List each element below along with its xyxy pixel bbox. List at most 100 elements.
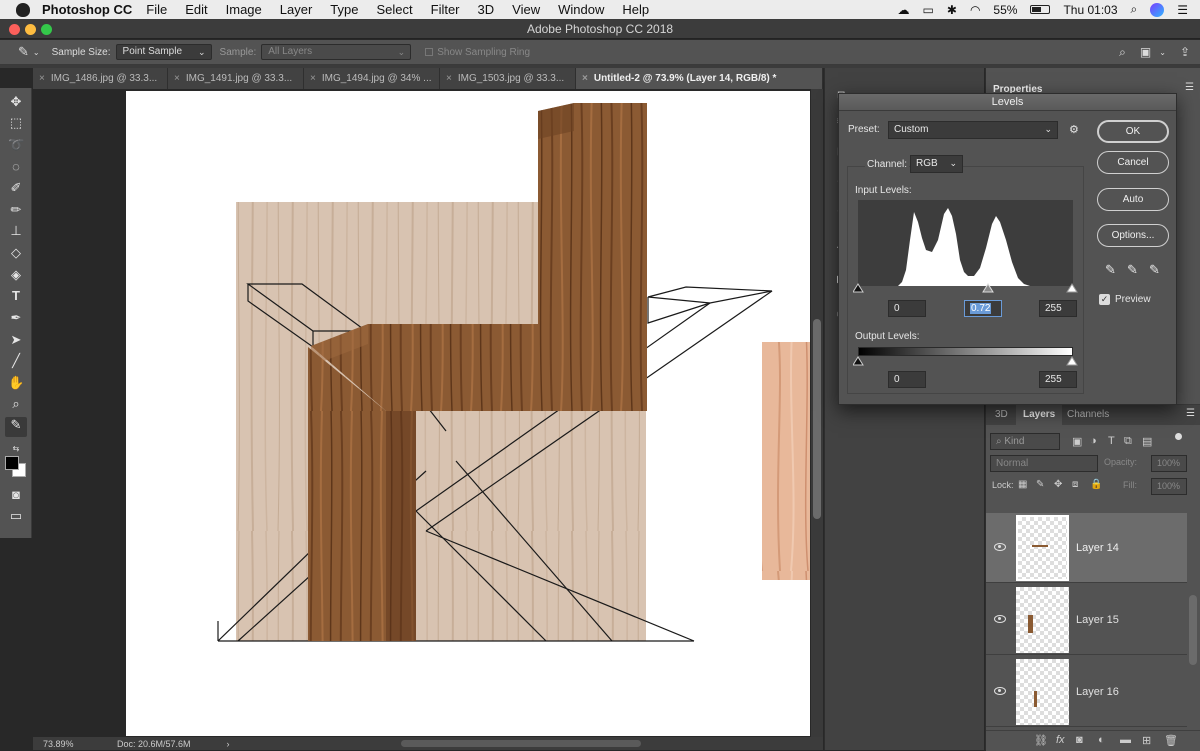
layer-name[interactable]: Layer 16 — [1076, 686, 1119, 698]
filter-toggle-icon[interactable] — [1175, 433, 1182, 440]
tab-untitled-2[interactable]: × Untitled-2 @ 73.9% (Layer 14, RGB/8) * — [576, 68, 823, 89]
white-eyedropper-icon[interactable]: ✎ — [1149, 262, 1160, 278]
menu-view[interactable]: View — [512, 2, 540, 17]
siri-icon[interactable] — [1150, 2, 1165, 17]
bucket-tool-icon[interactable]: ◈ — [8, 267, 24, 283]
tab-img-1494[interactable]: × IMG_1494.jpg @ 34% ... — [304, 68, 440, 89]
horizontal-scroll-thumb[interactable] — [401, 740, 641, 747]
menu-file[interactable]: File — [146, 2, 167, 17]
close-icon[interactable]: × — [582, 68, 588, 89]
menu-image[interactable]: Image — [226, 2, 262, 17]
cancel-button[interactable]: Cancel — [1097, 151, 1169, 174]
notification-center-icon[interactable]: ☰ — [1177, 3, 1188, 17]
lock-transparent-icon[interactable]: ▦ — [1018, 479, 1027, 490]
eyedropper-icon[interactable]: ✎ — [18, 44, 29, 60]
lasso-tool-icon[interactable]: ➰ — [8, 137, 24, 153]
filter-smart-object-icon[interactable]: ▤ — [1142, 435, 1152, 448]
delete-layer-icon[interactable]: 🗑 — [1164, 734, 1178, 747]
tab-layers[interactable]: Layers — [1016, 405, 1063, 425]
input-white-field[interactable]: 255 — [1039, 300, 1077, 317]
wifi-icon[interactable]: ◠ — [970, 3, 980, 17]
filter-shape-icon[interactable]: ⧉ — [1124, 435, 1132, 448]
share-icon[interactable]: ⇪ — [1180, 45, 1190, 59]
clock[interactable]: Thu 01:03 — [1063, 3, 1117, 17]
screen-mode-icon[interactable]: ▭ — [8, 508, 24, 524]
panel-menu-icon[interactable]: ☰ — [1186, 408, 1195, 419]
document-canvas[interactable] — [126, 91, 810, 736]
sampling-ring-checkbox[interactable] — [425, 48, 434, 56]
bluetooth-icon[interactable]: ✱ — [947, 3, 957, 17]
opacity-field[interactable]: 100% — [1151, 455, 1187, 472]
tab-img-1486[interactable]: × IMG_1486.jpg @ 33.3... — [33, 68, 168, 89]
pen-tool-icon[interactable]: ✒ — [8, 310, 24, 326]
creative-cloud-icon[interactable]: ☁ — [898, 3, 910, 17]
layer-filter-kind[interactable]: ⌕ Kind — [990, 433, 1060, 450]
chevron-down-icon[interactable]: ⌄ — [1159, 48, 1166, 57]
menu-select[interactable]: Select — [376, 2, 412, 17]
new-adjustment-icon[interactable]: ◐ — [1098, 734, 1105, 746]
lock-position-icon[interactable]: ✥ — [1054, 479, 1062, 490]
output-black-slider[interactable] — [853, 356, 864, 366]
layer-row-16[interactable]: Layer 16 — [986, 656, 1187, 727]
preset-select[interactable]: Custom ⌄ — [888, 121, 1058, 139]
fill-field[interactable]: 100% — [1151, 478, 1187, 495]
input-black-slider[interactable] — [853, 283, 864, 293]
fx-icon[interactable]: fx — [1056, 734, 1065, 746]
options-button[interactable]: Options... — [1097, 224, 1169, 247]
close-icon[interactable]: × — [174, 68, 180, 89]
lock-pixels-icon[interactable]: ✎ — [1036, 479, 1044, 490]
filter-adjustment-icon[interactable]: ◑ — [1090, 435, 1097, 447]
visibility-eye-icon[interactable] — [994, 615, 1006, 623]
close-icon[interactable]: × — [39, 68, 45, 89]
menu-app-name[interactable]: Photoshop CC — [42, 2, 132, 17]
crop-eyedropper-tool-icon[interactable]: ✐ — [8, 180, 24, 196]
channel-select[interactable]: RGB ⌄ — [910, 155, 963, 173]
lock-all-icon[interactable]: 🔒 — [1090, 479, 1102, 490]
sample-size-select[interactable]: Point Sample ⌄ — [115, 44, 212, 60]
new-group-icon[interactable]: ▬ — [1120, 734, 1131, 746]
tool-preset-chevron-icon[interactable]: ⌄ — [33, 48, 40, 57]
add-mask-icon[interactable]: ◙ — [1076, 734, 1083, 746]
chevron-right-icon[interactable]: › — [227, 739, 230, 749]
blend-mode-select[interactable]: Normal — [990, 455, 1098, 472]
path-select-tool-icon[interactable]: ➤ — [8, 332, 24, 348]
close-window-button[interactable] — [9, 24, 20, 35]
zoom-tool-icon[interactable]: ⌕ — [8, 396, 24, 412]
menu-help[interactable]: Help — [622, 2, 649, 17]
panel-menu-icon[interactable]: ☰ — [1185, 82, 1194, 93]
output-white-field[interactable]: 255 — [1039, 371, 1077, 388]
black-eyedropper-icon[interactable]: ✎ — [1105, 262, 1116, 278]
tab-img-1503[interactable]: × IMG_1503.jpg @ 33.3... — [440, 68, 576, 89]
apple-icon[interactable] — [16, 2, 30, 17]
input-sliders[interactable] — [853, 282, 1078, 294]
line-tool-icon[interactable]: ╱ — [8, 353, 24, 369]
filter-pixel-icon[interactable]: ▣ — [1072, 435, 1082, 448]
eyedropper-tool-icon[interactable]: ✎ — [5, 417, 27, 437]
vertical-scrollbar[interactable] — [811, 89, 823, 737]
new-layer-icon[interactable]: ⊞ — [1142, 734, 1151, 747]
layer-row-14[interactable]: Layer 14 — [986, 513, 1187, 583]
quick-select-tool-icon[interactable]: ◌ — [8, 159, 24, 175]
output-sliders[interactable] — [853, 356, 1078, 368]
visibility-eye-icon[interactable] — [994, 543, 1006, 551]
gray-eyedropper-icon[interactable]: ✎ — [1127, 262, 1138, 278]
spotlight-search-icon[interactable]: ⌕ — [1131, 2, 1138, 17]
swap-colors-icon[interactable]: ⇆ — [8, 441, 24, 457]
marquee-tool-icon[interactable]: ⬚ — [8, 115, 24, 131]
layer-name[interactable]: Layer 15 — [1076, 614, 1119, 626]
menu-layer[interactable]: Layer — [280, 2, 313, 17]
airplay-icon[interactable]: ▭ — [923, 3, 934, 17]
tab-channels[interactable]: Channels — [1060, 405, 1116, 425]
foreground-color-swatch[interactable] — [5, 456, 19, 470]
input-black-field[interactable]: 0 — [888, 300, 926, 317]
layer-name[interactable]: Layer 14 — [1076, 542, 1119, 554]
sample-select[interactable]: All Layers ⌄ — [261, 44, 412, 60]
input-gamma-field[interactable]: 0.72 — [964, 300, 1002, 317]
layer-row-15[interactable]: Layer 15 — [986, 584, 1187, 655]
brush-tool-icon[interactable]: ✏ — [8, 202, 24, 218]
filter-type-icon[interactable]: T — [1108, 435, 1115, 447]
search-icon[interactable]: ⌕ — [1119, 45, 1126, 60]
eraser-tool-icon[interactable]: ◇ — [8, 245, 24, 261]
zoom-window-button[interactable] — [41, 24, 52, 35]
battery-icon[interactable] — [1030, 5, 1051, 14]
